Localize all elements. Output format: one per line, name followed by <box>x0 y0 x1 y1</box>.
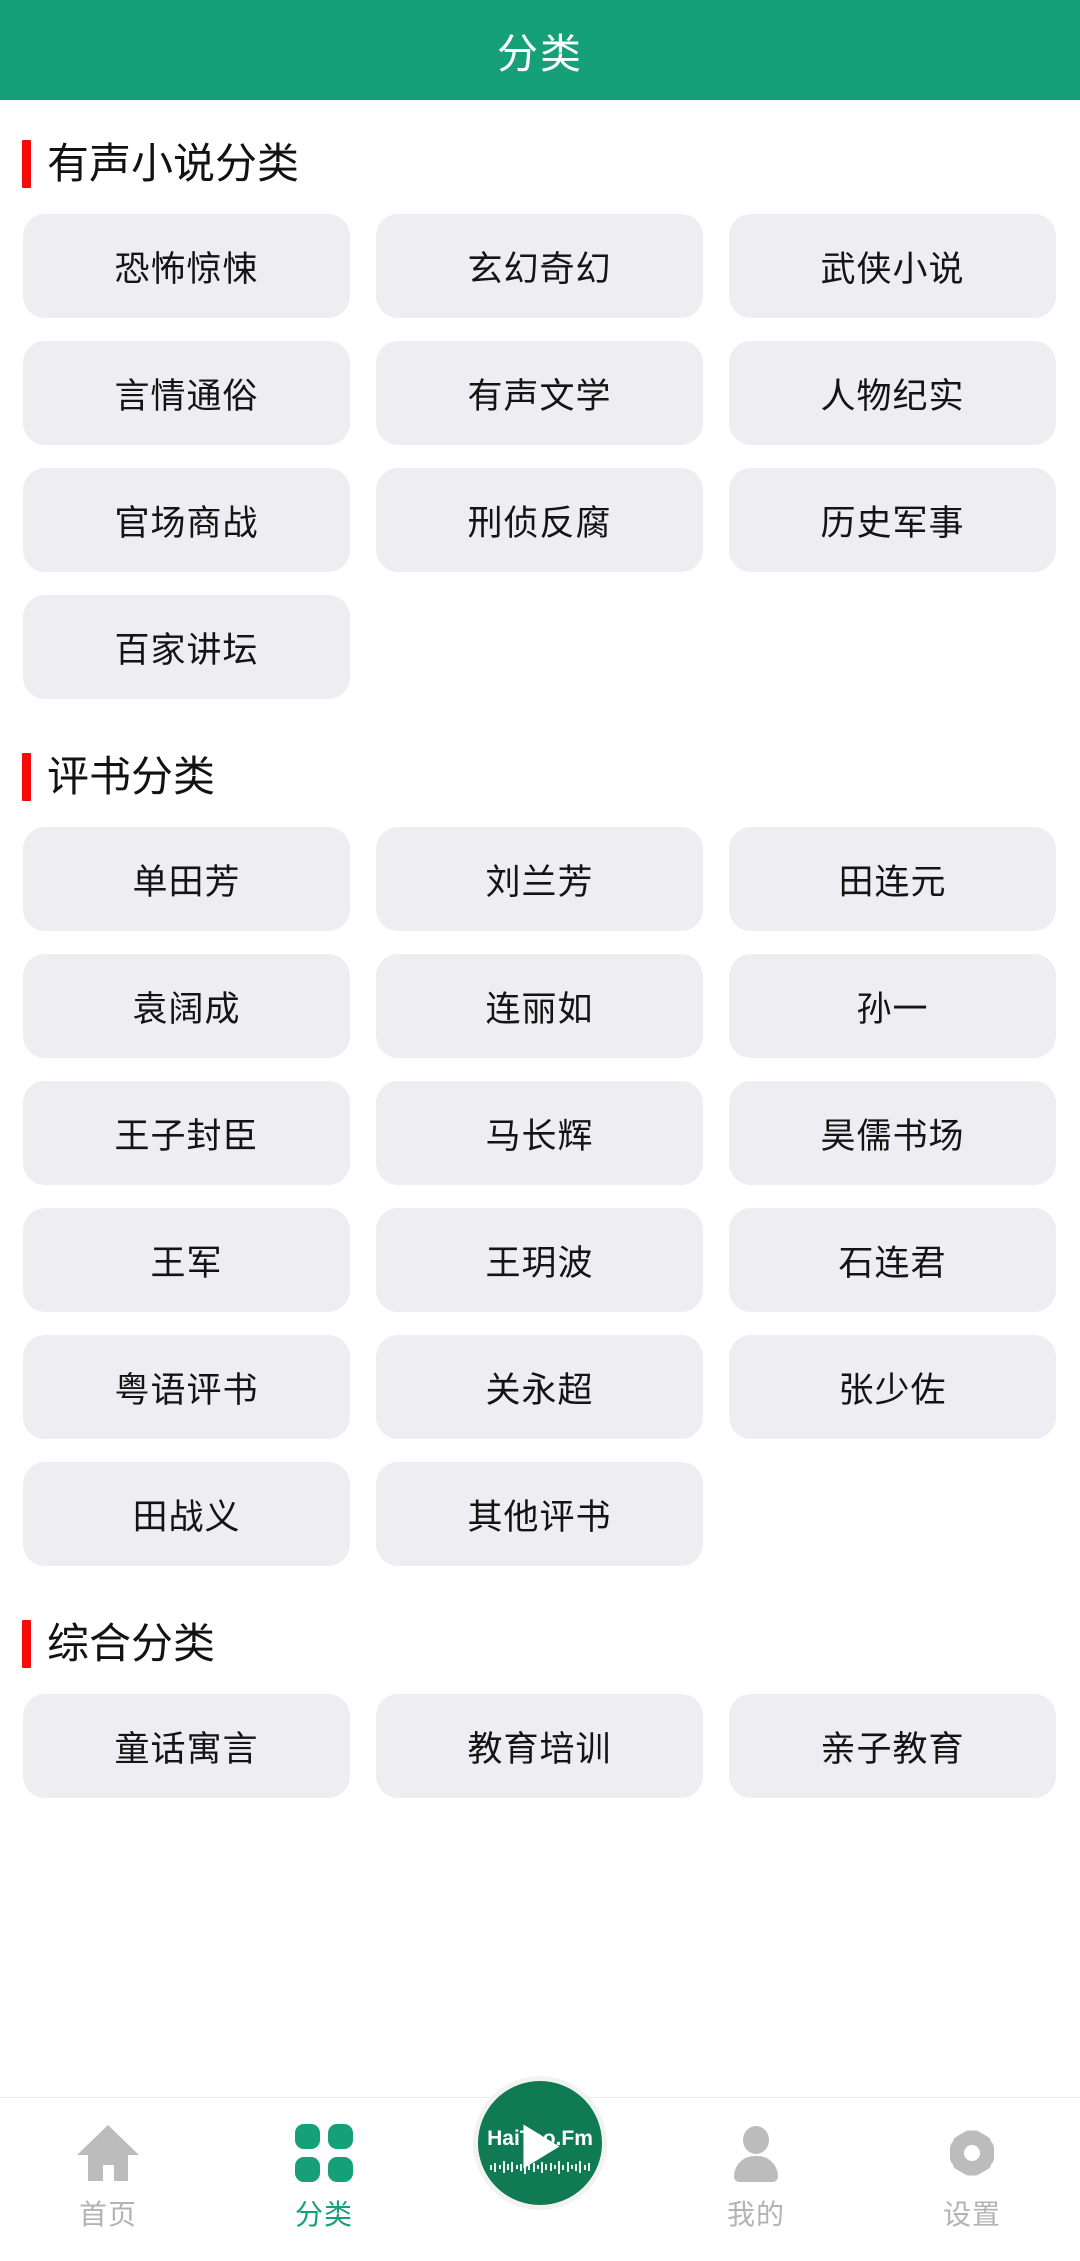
section-title: 有声小说分类 <box>47 140 300 187</box>
tab-home-label: 首页 <box>78 2199 137 2230</box>
category-scroll-area[interactable]: 有声小说分类 恐怖惊悚 玄幻奇幻 武侠小说 言情通俗 有声文学 人物纪实 官场商… <box>0 100 1080 2097</box>
category-chip[interactable]: 其他评书 <box>376 1462 703 1566</box>
category-chip-grid: 童话寓言 教育培训 亲子教育 <box>0 1694 1080 1798</box>
category-chip[interactable]: 连丽如 <box>376 954 703 1058</box>
app-header: 分类 <box>0 0 1080 100</box>
bottom-navigation-bar: 首页 分类 HaiTao.Fm 我的 设置 <box>0 2076 1080 2261</box>
category-chip[interactable]: 粤语评书 <box>23 1335 350 1439</box>
tab-mine-label: 我的 <box>726 2199 785 2230</box>
category-chip[interactable]: 教育培训 <box>376 1694 703 1798</box>
category-chip[interactable]: 田连元 <box>729 827 1056 931</box>
tab-category-label: 分类 <box>294 2199 353 2230</box>
category-chip[interactable]: 马长辉 <box>376 1081 703 1185</box>
category-chip[interactable]: 田战义 <box>23 1462 350 1566</box>
category-chip[interactable]: 王军 <box>23 1208 350 1312</box>
grid-icon <box>295 2122 353 2184</box>
category-chip[interactable]: 刘兰芳 <box>376 827 703 931</box>
section-pingshu-categories: 评书分类 单田芳 刘兰芳 田连元 袁阔成 连丽如 孙一 王子封臣 马长辉 昊儒书… <box>0 749 1080 1566</box>
category-chip[interactable]: 关永超 <box>376 1335 703 1439</box>
tab-mine[interactable]: 我的 <box>648 2098 864 2261</box>
tab-settings[interactable]: 设置 <box>864 2098 1080 2261</box>
section-accent-bar <box>22 1620 31 1668</box>
category-chip[interactable]: 张少佐 <box>729 1335 1056 1439</box>
category-chip[interactable]: 孙一 <box>729 954 1056 1058</box>
category-chip-grid: 单田芳 刘兰芳 田连元 袁阔成 连丽如 孙一 王子封臣 马长辉 昊儒书场 王军 … <box>0 827 1080 1566</box>
section-accent-bar <box>22 753 31 801</box>
tab-settings-label: 设置 <box>942 2199 1001 2230</box>
category-chip[interactable]: 童话寓言 <box>23 1694 350 1798</box>
category-chip[interactable]: 单田芳 <box>23 827 350 931</box>
section-header: 评书分类 <box>0 749 1080 805</box>
page-title: 分类 <box>497 31 583 77</box>
gear-icon <box>943 2122 1001 2184</box>
category-chip[interactable]: 人物纪实 <box>729 341 1056 445</box>
category-chip[interactable]: 言情通俗 <box>23 341 350 445</box>
category-chip[interactable]: 历史军事 <box>729 468 1056 572</box>
category-chip[interactable]: 王子封臣 <box>23 1081 350 1185</box>
category-chip[interactable]: 恐怖惊悚 <box>23 214 350 318</box>
section-header: 有声小说分类 <box>0 136 1080 192</box>
category-chip[interactable]: 武侠小说 <box>729 214 1056 318</box>
section-header: 综合分类 <box>0 1616 1080 1672</box>
category-chip[interactable]: 石连君 <box>729 1208 1056 1312</box>
category-chip[interactable]: 昊儒书场 <box>729 1081 1056 1185</box>
tab-home[interactable]: 首页 <box>0 2098 216 2261</box>
category-chip[interactable]: 官场商战 <box>23 468 350 572</box>
category-chip[interactable]: 有声文学 <box>376 341 703 445</box>
app-screen: 分类 有声小说分类 恐怖惊悚 玄幻奇幻 武侠小说 言情通俗 有声文学 人物纪实 … <box>0 0 1080 2261</box>
section-audiobook-categories: 有声小说分类 恐怖惊悚 玄幻奇幻 武侠小说 言情通俗 有声文学 人物纪实 官场商… <box>0 136 1080 699</box>
section-title: 综合分类 <box>47 1620 216 1667</box>
category-chip[interactable]: 袁阔成 <box>23 954 350 1058</box>
category-chip-grid: 恐怖惊悚 玄幻奇幻 武侠小说 言情通俗 有声文学 人物纪实 官场商战 刑侦反腐 … <box>0 214 1080 699</box>
play-button[interactable]: HaiTao.Fm <box>473 2076 607 2210</box>
category-chip[interactable]: 亲子教育 <box>729 1694 1056 1798</box>
play-icon <box>523 2124 560 2169</box>
category-chip[interactable]: 王玥波 <box>376 1208 703 1312</box>
person-icon <box>727 2122 785 2184</box>
section-general-categories: 综合分类 童话寓言 教育培训 亲子教育 <box>0 1616 1080 1798</box>
section-accent-bar <box>22 140 31 188</box>
category-chip[interactable]: 百家讲坛 <box>23 595 350 699</box>
home-icon <box>77 2122 139 2184</box>
tab-category[interactable]: 分类 <box>216 2098 432 2261</box>
section-title: 评书分类 <box>47 753 216 800</box>
category-chip[interactable]: 玄幻奇幻 <box>376 214 703 318</box>
category-chip[interactable]: 刑侦反腐 <box>376 468 703 572</box>
